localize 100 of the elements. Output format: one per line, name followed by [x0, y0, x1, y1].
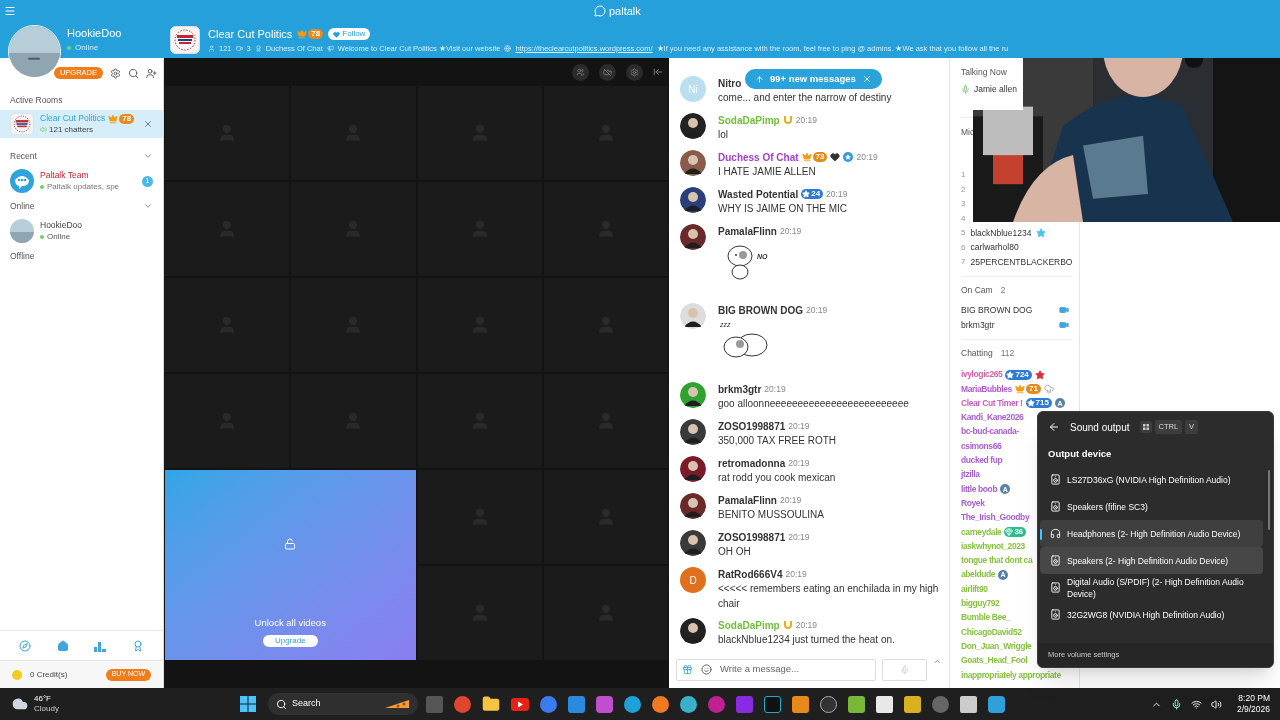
emoji-icon[interactable] — [701, 664, 712, 675]
chatting-user[interactable]: MariaBubbles — [961, 382, 1012, 396]
caret-icon[interactable] — [933, 657, 942, 666]
sender-name[interactable]: Duchess Of Chat — [718, 149, 799, 165]
sender-name[interactable]: ZOSO1998871 — [718, 418, 786, 434]
microphone-icon[interactable] — [1170, 698, 1182, 710]
output-device-option[interactable]: 32G2WG8 (NVIDIA High Definition Audio) — [1040, 601, 1263, 628]
back-arrow-icon[interactable] — [1048, 421, 1060, 433]
app-icon[interactable] — [792, 695, 809, 713]
section-heading: On Cam — [961, 284, 993, 297]
chevron-icon[interactable] — [143, 151, 153, 161]
chatting-user[interactable]: Kandi_Kane2026 — [961, 411, 1024, 424]
chatting-user[interactable]: ivylogic265 — [961, 368, 1003, 381]
chatting-user[interactable]: bc-bud-canada- — [961, 425, 1019, 439]
chatting-user[interactable]: iaskwhynot_2023 — [961, 539, 1025, 553]
chatting-user[interactable]: Clear Cut Timer ! — [961, 396, 1023, 410]
collapse-icon[interactable] — [653, 67, 663, 77]
sender-name[interactable]: SodaDaPimp — [718, 112, 780, 128]
chatting-user[interactable]: tongue that dont ca — [961, 554, 1033, 567]
sender-name[interactable]: PamalaFlinn — [718, 223, 777, 239]
wifi-icon[interactable] — [1190, 698, 1202, 710]
upgrade-button[interactable]: Upgrade — [262, 635, 318, 648]
output-device-option[interactable]: LS27D36xG (NVIDIA High Definition Audio) — [1040, 466, 1263, 493]
clock-time[interactable]: 8:20 PM — [1238, 693, 1270, 704]
chatting-user[interactable]: inappropriately appropriate — [961, 668, 1061, 682]
chatting-user[interactable]: airlift90 — [961, 582, 988, 596]
output-device-option[interactable]: Digital Audio (S/PDIF) (2- High Definition Audio Device) — [1040, 574, 1263, 601]
active-room-item[interactable]: Clear Cut Politics 78 121 chatters — [0, 110, 163, 138]
app-icon[interactable] — [848, 695, 865, 713]
sender-name[interactable]: brkm3gtr — [718, 381, 762, 397]
chatting-user[interactable]: little boob — [961, 482, 998, 496]
camera-icon[interactable] — [1059, 320, 1069, 330]
video-off-icon[interactable] — [599, 63, 616, 81]
home-icon[interactable] — [56, 639, 69, 652]
output-device-option[interactable]: Speakers (fifine SC3) — [1040, 493, 1263, 520]
close-icon[interactable] — [861, 74, 872, 84]
queue-user[interactable]: 25PERCENTBLACKERBO — [970, 255, 1073, 269]
bar-chart-icon[interactable] — [94, 639, 107, 652]
output-device-option[interactable]: Speakers (2- High Definition Audio Device) — [1040, 547, 1263, 574]
chatting-user[interactable]: abeldude — [961, 568, 996, 582]
message-field[interactable]: Write a message... — [676, 658, 876, 681]
folder-icon[interactable] — [482, 695, 500, 713]
camera-user[interactable]: BIG BROWN DOG — [961, 303, 1033, 317]
add-user-icon[interactable] — [146, 67, 157, 79]
output-device-option[interactable]: Headphones (2- High Definition Audio Device) — [1040, 520, 1263, 547]
talking-user[interactable]: Jamie allen — [974, 82, 1017, 96]
chevron-icon[interactable] — [143, 201, 153, 211]
chatting-user[interactable]: Bumble Bee_ — [961, 611, 1011, 625]
circle-app-icon[interactable] — [820, 695, 837, 713]
settings-icon[interactable] — [626, 63, 643, 81]
clock-date[interactable]: 2/9/2026 — [1236, 704, 1270, 715]
close-icon[interactable] — [143, 119, 153, 129]
sender-name[interactable]: retromadonna — [718, 455, 786, 471]
sender-name[interactable]: Wasted Potential — [718, 186, 799, 202]
circle-app-icon[interactable] — [624, 695, 641, 713]
speaker-icon — [40, 126, 47, 133]
sender-name[interactable]: Nitro — [718, 75, 742, 91]
camera-user[interactable]: brkm3gtr — [961, 318, 995, 332]
search-icon[interactable] — [128, 67, 139, 79]
menu-icon[interactable] — [4, 5, 16, 17]
badge-icon[interactable] — [132, 639, 145, 652]
profile-status: Online — [75, 41, 99, 54]
chatting-user[interactable]: carneydale — [961, 525, 1002, 539]
sender-name[interactable]: ZOSO1998871 — [718, 529, 786, 545]
chatting-user[interactable]: Don_Juan_Wriggle — [961, 639, 1032, 653]
settings-icon[interactable] — [110, 67, 121, 79]
taskbar-search-button[interactable]: Search — [268, 693, 418, 715]
sender-name[interactable]: RatRod666V4 — [718, 566, 783, 582]
circle-app-icon[interactable] — [680, 695, 697, 713]
play-icon[interactable] — [511, 697, 529, 711]
queue-user[interactable]: carlwarhol80 — [970, 241, 1019, 255]
chatting-user[interactable]: Goats_Head_Fool — [961, 654, 1028, 667]
app-icon[interactable] — [764, 695, 781, 713]
viewers-icon[interactable] — [572, 63, 589, 81]
volume-icon[interactable] — [1210, 698, 1222, 710]
gift-icon[interactable] — [682, 664, 693, 675]
sender-name[interactable]: BIG BROWN DOG — [718, 302, 803, 318]
message-input[interactable]: Write a message... — [720, 662, 870, 677]
chatting-user[interactable]: bigguy792 — [961, 597, 1000, 610]
app-icon[interactable] — [876, 695, 893, 713]
chatting-user[interactable]: ducked fup — [961, 454, 1003, 467]
sender-name[interactable]: SodaDaPimp — [718, 617, 780, 633]
circle-app-icon[interactable] — [708, 695, 725, 713]
sender-name[interactable]: PamalaFlinn — [718, 492, 777, 508]
app-icon[interactable] — [904, 695, 921, 713]
queue-user[interactable]: blackNblue1234 — [970, 226, 1032, 240]
circle-app-icon[interactable] — [454, 695, 471, 713]
new-messages-pill[interactable]: 99+ new messages — [745, 69, 882, 89]
follow-button[interactable]: Follow — [328, 28, 371, 41]
scrollbar[interactable] — [1268, 470, 1270, 530]
compass-icon[interactable] — [18, 639, 31, 652]
circle-app-icon[interactable] — [652, 695, 669, 713]
chatting-user[interactable]: The_Irish_Goodby — [961, 511, 1030, 524]
camera-icon[interactable] — [1059, 305, 1069, 315]
start-icon[interactable] — [240, 696, 256, 712]
chatting-user[interactable]: Royek — [961, 496, 985, 510]
circle-app-icon[interactable] — [932, 695, 949, 713]
chatting-user[interactable]: ChicagoDavid52 — [961, 625, 1022, 639]
chatting-user[interactable]: csimons66 — [961, 439, 1002, 453]
chatting-user[interactable]: jtzilla — [961, 468, 980, 482]
